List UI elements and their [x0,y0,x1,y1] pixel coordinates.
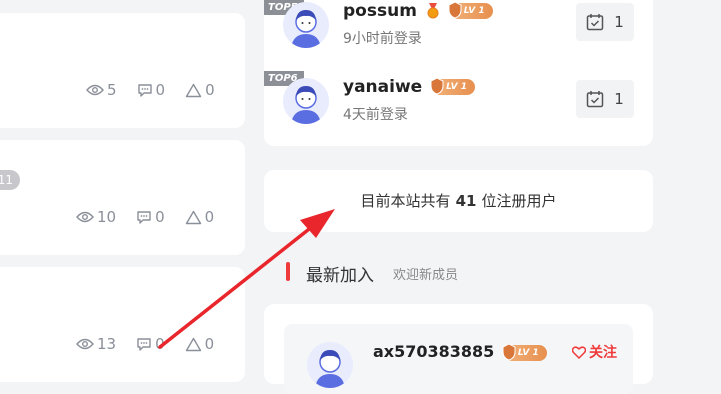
annotation-arrow [158,209,335,349]
